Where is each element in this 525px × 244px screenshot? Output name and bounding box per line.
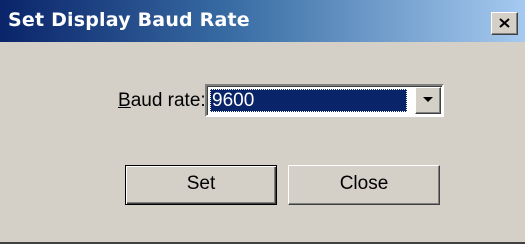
baud-rate-value[interactable]: 9600 bbox=[210, 89, 407, 112]
close-x-icon bbox=[499, 18, 510, 28]
chevron-down-icon bbox=[423, 97, 433, 102]
title-bar[interactable]: Set Display Baud Rate bbox=[0, 0, 525, 42]
baud-rate-label: Baud rate: bbox=[118, 90, 206, 112]
baud-rate-label-text: aud rate: bbox=[130, 90, 206, 111]
window-title: Set Display Baud Rate bbox=[8, 9, 250, 31]
baud-rate-select[interactable]: 9600 bbox=[205, 84, 444, 117]
window-close-button[interactable] bbox=[491, 12, 518, 35]
dropdown-button[interactable] bbox=[415, 87, 441, 114]
set-button[interactable]: Set bbox=[125, 165, 277, 205]
dialog-window: Set Display Baud Rate Baud rate: 9600 Se… bbox=[0, 0, 525, 244]
close-button[interactable]: Close bbox=[288, 165, 440, 205]
baud-rate-label-mnemonic: B bbox=[118, 90, 131, 111]
